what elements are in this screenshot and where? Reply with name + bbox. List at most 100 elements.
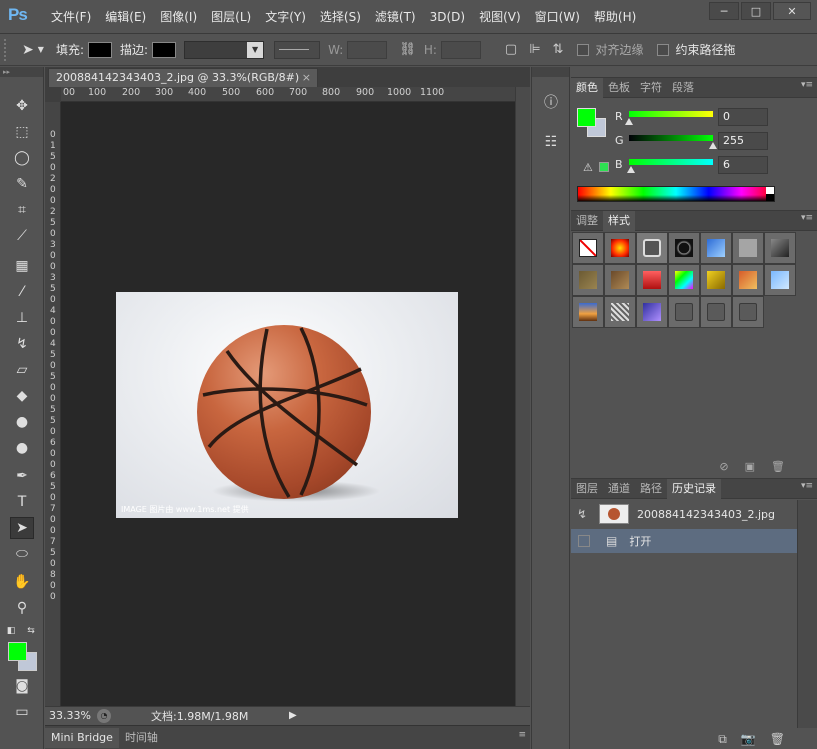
delete-state-icon[interactable]: 🗑 — [770, 732, 785, 746]
toolbox-header[interactable]: ▸▸ — [0, 67, 43, 77]
style-swatch-rainbow-dots[interactable] — [668, 264, 700, 296]
canvas-scrollbar[interactable] — [515, 87, 530, 706]
stroke-swatch[interactable] — [152, 41, 177, 58]
new-document-from-state-icon[interactable]: ⧉ — [718, 732, 727, 747]
constrain-path-checkbox[interactable] — [657, 43, 670, 56]
properties-panel-icon[interactable]: ☷ — [541, 132, 561, 152]
delete-style-icon[interactable]: 🗑 — [771, 460, 785, 473]
style-swatch-empty-1[interactable] — [668, 296, 700, 328]
style-swatch-red-button[interactable] — [636, 264, 668, 296]
gamut-correction-swatch[interactable] — [599, 162, 609, 172]
clone-stamp-tool-icon[interactable]: ⊥ — [10, 307, 34, 329]
path-selection-tool-icon[interactable]: ➤ ▼ — [22, 40, 48, 60]
align-edges-checkbox[interactable] — [577, 43, 590, 56]
menu-window[interactable]: 窗口(W) — [528, 0, 587, 34]
menu-help[interactable]: 帮助(H) — [587, 0, 643, 34]
style-swatch-noise[interactable] — [604, 296, 636, 328]
blue-slider-knob[interactable] — [626, 166, 635, 173]
menu-edit[interactable]: 编辑(E) — [98, 0, 153, 34]
green-value-input[interactable]: 255 — [718, 132, 768, 150]
history-brush-tool-icon[interactable]: ↯ — [10, 333, 34, 355]
style-swatch-empty-2[interactable] — [700, 296, 732, 328]
style-swatch-horizon[interactable] — [572, 296, 604, 328]
quick-mask-icon[interactable]: ◙ — [10, 675, 34, 697]
menu-view[interactable]: 视图(V) — [472, 0, 528, 34]
green-slider-knob[interactable] — [709, 142, 717, 149]
style-swatch-bronze[interactable] — [572, 264, 604, 296]
menu-select[interactable]: 选择(S) — [313, 0, 368, 34]
tab-adjustments[interactable]: 调整 — [571, 211, 603, 231]
history-step-checkbox[interactable] — [578, 535, 590, 547]
link-icon[interactable]: ⛓ — [399, 42, 416, 57]
vertical-ruler[interactable]: 0150200250300350400450500550600650700750… — [45, 102, 61, 706]
history-step[interactable]: ▤ 打开 — [571, 529, 797, 553]
style-swatch-gold[interactable] — [700, 264, 732, 296]
document-tab[interactable]: 200884142343403_2.jpg @ 33.3%(RGB/8#) × — [48, 68, 318, 87]
color-spectrum[interactable] — [577, 186, 775, 202]
style-swatch-dark-chrome[interactable] — [764, 232, 796, 264]
tab-color[interactable]: 颜色 — [571, 78, 603, 98]
marquee-tool-icon[interactable]: ⬚ — [10, 121, 34, 143]
style-swatch-blue-glass[interactable] — [700, 232, 732, 264]
crop-tool-icon[interactable]: ⌗ — [10, 199, 34, 221]
status-options-icon[interactable]: ◔ — [97, 708, 111, 723]
close-tab-icon[interactable]: × — [302, 69, 311, 87]
menu-image[interactable]: 图像(I) — [153, 0, 204, 34]
red-slider-knob[interactable] — [625, 118, 633, 125]
horizontal-ruler[interactable]: 00 100 200 300 400 500 600 700 800 900 1… — [45, 87, 515, 102]
menu-3d[interactable]: 3D(D) — [423, 0, 472, 34]
black-white-swatch[interactable] — [766, 187, 774, 201]
panel-menu-icon[interactable]: ▾≡ — [801, 481, 813, 491]
tab-swatches[interactable]: 色板 — [603, 78, 635, 98]
style-swatch-empty-3[interactable] — [732, 296, 764, 328]
menu-filter[interactable]: 滤镜(T) — [368, 0, 423, 34]
swap-colors-icon[interactable]: ⇆ — [24, 620, 38, 642]
style-swatch-bevel-frame[interactable] — [636, 232, 668, 264]
menu-layer[interactable]: 图层(L) — [204, 0, 258, 34]
maximize-button[interactable]: □ — [741, 2, 771, 20]
path-alignment-icon[interactable]: ⊫ — [529, 42, 540, 57]
red-slider[interactable] — [629, 111, 713, 117]
tab-channels[interactable]: 通道 — [603, 479, 635, 499]
tab-mini-bridge[interactable]: Mini Bridge — [45, 728, 119, 748]
zoom-level[interactable]: 33.33% — [45, 709, 93, 722]
path-selection-tool-icon[interactable]: ➤ — [10, 517, 34, 539]
stroke-width-select[interactable]: ▼ — [184, 40, 265, 59]
fill-swatch[interactable] — [88, 41, 113, 58]
style-swatch-purple-glass[interactable] — [636, 296, 668, 328]
hand-tool-icon[interactable]: ✋ — [10, 571, 34, 593]
panel-menu-icon[interactable]: ▾≡ — [801, 213, 813, 223]
tab-history[interactable]: 历史记录 — [667, 479, 721, 499]
history-snapshot[interactable]: ↯ 200884142343403_2.jpg — [571, 500, 797, 528]
dodge-tool-icon[interactable]: ● — [10, 437, 34, 459]
move-tool-icon[interactable]: ✥ — [10, 95, 34, 117]
tab-character[interactable]: 字符 — [635, 78, 667, 98]
style-swatch-black-circle[interactable] — [668, 232, 700, 264]
zoom-tool-icon[interactable]: ⚲ — [10, 597, 34, 619]
tab-paragraph[interactable]: 段落 — [667, 78, 699, 98]
new-style-icon[interactable]: ▣ — [745, 460, 755, 473]
path-arrangement-icon[interactable]: ⇅ — [553, 42, 564, 57]
eyedropper-tool-icon[interactable]: ⟋ — [10, 225, 34, 247]
panel-menu-icon[interactable]: ≡ — [518, 730, 526, 740]
out-of-gamut-warning-icon[interactable]: ⚠ — [583, 161, 593, 174]
style-swatch-red-glow[interactable] — [604, 232, 636, 264]
brush-tool-icon[interactable]: ⁄ — [10, 281, 34, 303]
tab-paths[interactable]: 路径 — [635, 479, 667, 499]
pen-tool-icon[interactable]: ✒ — [10, 465, 34, 487]
menu-type[interactable]: 文字(Y) — [258, 0, 313, 34]
info-panel-icon[interactable]: ⓘ — [541, 92, 561, 112]
screen-mode-icon[interactable]: ▭ — [10, 701, 34, 723]
width-field[interactable] — [347, 40, 388, 59]
red-value-input[interactable]: 0 — [718, 108, 768, 126]
blue-slider[interactable] — [629, 159, 713, 165]
style-swatch-gray-flat[interactable] — [732, 232, 764, 264]
stroke-type-select[interactable] — [274, 40, 321, 59]
ruler-corner[interactable] — [45, 87, 61, 102]
eraser-tool-icon[interactable]: ▱ — [10, 359, 34, 381]
default-colors-icon[interactable]: ◧ — [4, 620, 18, 642]
clear-style-icon[interactable]: ⊘ — [719, 460, 728, 473]
ellipse-tool-icon[interactable]: ⬭ — [10, 543, 34, 565]
style-swatch-copper[interactable] — [604, 264, 636, 296]
paint-bucket-tool-icon[interactable]: ◆ — [10, 385, 34, 407]
